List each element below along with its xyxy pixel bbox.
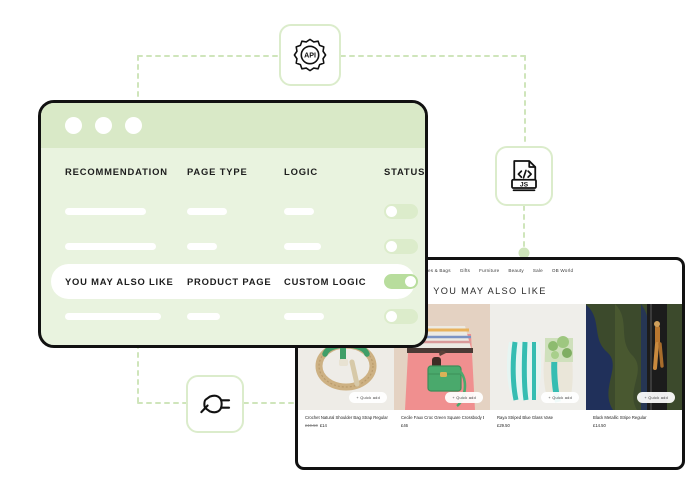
- nav-item-ob-world[interactable]: OB World: [552, 268, 573, 273]
- product-price: £14.50: [593, 423, 676, 428]
- product-price: £19.50 £14: [305, 423, 388, 428]
- column-header-recommendation: RECOMMENDATION: [65, 165, 168, 177]
- placeholder-bar: [284, 313, 324, 320]
- product-price: £29.50: [497, 423, 580, 428]
- status-toggle[interactable]: [384, 239, 418, 254]
- table-row-active[interactable]: YOU MAY ALSO LIKE PRODUCT PAGE CUSTOM LO…: [51, 264, 418, 299]
- column-header-page-type: PAGE TYPE: [187, 165, 248, 177]
- recommendations-admin-window: RECOMMENDATION PAGE TYPE LOGIC STATUS YO…: [38, 100, 428, 348]
- nav-item-beauty[interactable]: Beauty: [508, 268, 524, 273]
- table-row[interactable]: [51, 194, 418, 229]
- product-meta: Cecile Faux Croc Green Square Crossbody …: [394, 410, 490, 428]
- product-name: Cecile Faux Croc Green Square Crossbody …: [401, 415, 484, 420]
- api-node[interactable]: API: [279, 24, 341, 86]
- cell-recommendation: YOU MAY ALSO LIKE: [65, 276, 174, 287]
- cell-status: [384, 204, 418, 219]
- status-toggle[interactable]: [384, 309, 418, 324]
- quick-add-button[interactable]: + Quick add: [637, 392, 675, 403]
- nav-item-furniture[interactable]: Furniture: [479, 268, 499, 273]
- placeholder-bar: [284, 208, 314, 215]
- quick-add-button[interactable]: + Quick add: [541, 392, 579, 403]
- api-node-label: API: [304, 52, 316, 60]
- table-header-row: RECOMMENDATION PAGE TYPE LOGIC STATUS: [65, 148, 424, 194]
- placeholder-bar: [65, 243, 156, 250]
- raya-striped-blue-glass-vase-image: + Quick add: [490, 304, 586, 410]
- cell-page-type: [187, 313, 284, 320]
- product-was-price: £19.50: [305, 422, 318, 428]
- cell-logic: [284, 313, 384, 320]
- cell-status: [384, 239, 418, 254]
- placeholder-bar: [187, 313, 220, 320]
- placeholder-bar: [187, 208, 227, 215]
- recommendations-table: RECOMMENDATION PAGE TYPE LOGIC STATUS YO…: [41, 148, 425, 334]
- plug-icon: [198, 389, 232, 419]
- cell-logic: CUSTOM LOGIC: [284, 276, 367, 287]
- product-current-price: £46: [401, 422, 408, 428]
- cell-page-type: PRODUCT PAGE: [187, 276, 272, 287]
- black-metallic-stripe-trousers-image: + Quick add: [586, 304, 682, 410]
- cell-logic: [284, 243, 384, 250]
- js-code-file-icon: JS: [507, 158, 541, 194]
- status-toggle[interactable]: [384, 204, 418, 219]
- status-toggle-on[interactable]: [384, 274, 418, 289]
- cell-page-type: [187, 208, 284, 215]
- minimize-dot-icon[interactable]: [95, 117, 112, 134]
- placeholder-bar: [187, 243, 217, 250]
- product-meta: Black Metallic Stripe Regular £14.50: [586, 410, 682, 428]
- product-card[interactable]: + Quick add Raya Striped Blue Glass Vase…: [490, 304, 586, 456]
- product-current-price: £29.50: [497, 422, 510, 428]
- product-name: Raya Striped Blue Glass Vase: [497, 415, 554, 420]
- product-current-price: £14.50: [593, 422, 606, 428]
- cell-recommendation: [65, 313, 187, 320]
- api-gear-icon: API: [292, 37, 328, 73]
- column-header-logic: LOGIC: [284, 165, 318, 177]
- illustration-stage: API JS Accessories & Bags Gifts Furnitur…: [0, 0, 700, 501]
- close-dot-icon[interactable]: [65, 117, 82, 134]
- product-current-price: £14: [319, 422, 327, 428]
- product-meta: Raya Striped Blue Glass Vase £29.50: [490, 410, 586, 428]
- product-card[interactable]: + Quick add Black Metallic Stripe Regula…: [586, 304, 682, 456]
- table-row[interactable]: [51, 229, 418, 264]
- placeholder-bar: [65, 208, 146, 215]
- quick-add-button[interactable]: + Quick add: [445, 392, 483, 403]
- cell-recommendation: [65, 243, 187, 250]
- quick-add-button[interactable]: + Quick add: [349, 392, 387, 403]
- cell-page-type: [187, 243, 284, 250]
- cell-status: [384, 274, 418, 289]
- product-price: £46: [401, 423, 484, 428]
- js-node-label: JS: [520, 182, 529, 189]
- product-name: Black Metallic Stripe Regular: [593, 415, 647, 420]
- nav-item-sale[interactable]: Sale: [533, 268, 543, 273]
- plug-node[interactable]: [186, 375, 244, 433]
- cell-status: [384, 309, 418, 324]
- window-titlebar: [41, 103, 425, 148]
- js-node[interactable]: JS: [495, 146, 553, 206]
- maximize-dot-icon[interactable]: [125, 117, 142, 134]
- nav-item-gifts[interactable]: Gifts: [460, 268, 470, 273]
- cell-logic: [284, 208, 384, 215]
- cell-recommendation: [65, 208, 187, 215]
- product-meta: Crochet Natural Shoulder Bag Strap Regul…: [298, 410, 394, 428]
- placeholder-bar: [284, 243, 321, 250]
- table-row[interactable]: [51, 299, 418, 334]
- placeholder-bar: [65, 313, 161, 320]
- product-name: Crochet Natural Shoulder Bag Strap Regul…: [305, 415, 388, 420]
- column-header-status: STATUS: [384, 165, 426, 177]
